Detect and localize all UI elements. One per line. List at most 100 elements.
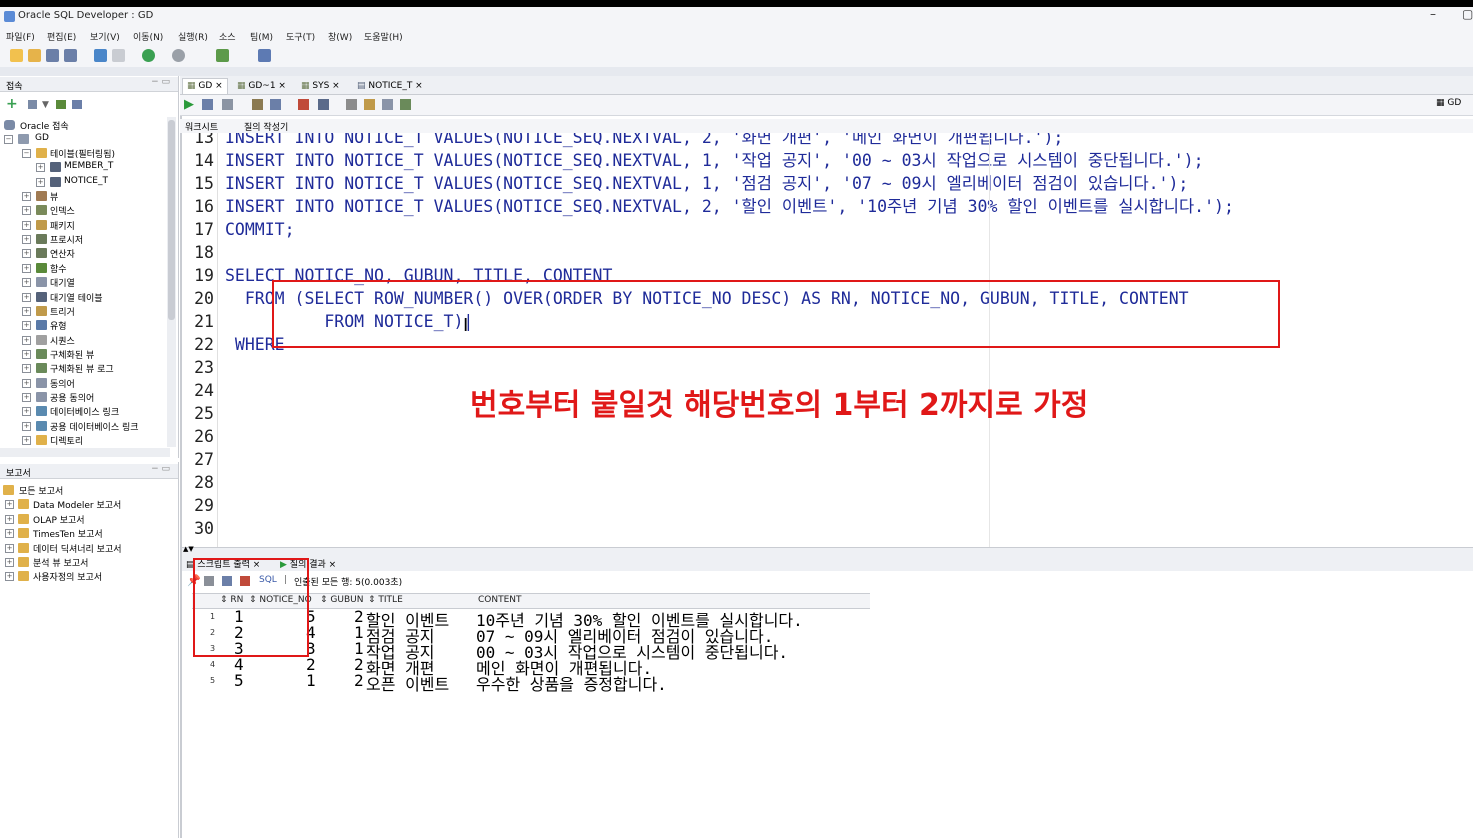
col-title[interactable]: ⇕ TITLE <box>368 595 403 605</box>
explain-plan-icon[interactable] <box>252 99 263 110</box>
unshared-icon[interactable] <box>346 99 357 110</box>
menu-team[interactable]: 팀(M) <box>250 30 273 43</box>
menu-run[interactable]: 실행(R) <box>178 30 208 43</box>
autotrace-icon[interactable] <box>270 99 281 110</box>
tree-item-label: NOTICE_T <box>64 175 108 186</box>
tab-sys[interactable]: ▦ SYS × <box>296 78 345 95</box>
col-gubun[interactable]: ⇕ GUBUN <box>320 595 363 605</box>
run-debug-icon[interactable] <box>216 49 229 62</box>
expand-toggle[interactable]: + <box>5 529 14 539</box>
tab-notice-t[interactable]: ▤ NOTICE_T × <box>352 78 428 95</box>
expand-toggle[interactable]: + <box>22 421 31 431</box>
cell-content[interactable]: 우수한 상품을 증정합니다. <box>476 671 667 695</box>
menu-tools[interactable]: 도구(T) <box>286 30 315 43</box>
format-icon[interactable] <box>400 99 411 110</box>
open-icon[interactable] <box>28 49 41 62</box>
cell-title[interactable]: 오픈 이벤트 <box>366 671 449 695</box>
tree-node-icon <box>36 291 47 302</box>
add-connection-icon[interactable]: + <box>6 96 18 112</box>
expand-toggle[interactable]: + <box>5 543 14 553</box>
expand-toggle[interactable]: + <box>22 306 31 316</box>
redo-icon[interactable] <box>112 49 125 62</box>
expand-toggle[interactable]: + <box>22 249 31 259</box>
expand-toggle[interactable]: − <box>22 149 31 158</box>
tab-gd-1[interactable]: ▦ GD~1 × <box>232 78 291 95</box>
expand-toggle[interactable]: + <box>22 392 31 402</box>
binoculars-icon[interactable] <box>258 49 271 62</box>
tree-item-label: 데이터베이스 링크 <box>50 408 120 419</box>
minimize-button[interactable]: – <box>1430 7 1436 21</box>
collapse-toggle[interactable]: − <box>4 135 13 144</box>
report-label: 사용자정의 보고서 <box>33 573 103 584</box>
menu-file[interactable]: 파일(F) <box>6 30 35 43</box>
tab-query-builder[interactable]: 질의 작성기 <box>244 120 288 133</box>
menu-help[interactable]: 도움말(H) <box>364 30 403 43</box>
expand-toggle[interactable]: + <box>36 177 45 187</box>
expand-toggle[interactable]: + <box>36 163 45 173</box>
refresh-icon[interactable] <box>28 100 37 109</box>
expand-toggle[interactable]: + <box>22 407 31 417</box>
cell-no[interactable]: 1 <box>306 671 316 690</box>
expand-toggle[interactable]: + <box>5 500 14 510</box>
maximize-button[interactable]: ▢ <box>1462 7 1473 21</box>
schema-icon[interactable] <box>56 100 66 109</box>
menu-window[interactable]: 창(W) <box>328 30 352 43</box>
tree-item-label: 인덱스 <box>50 207 75 218</box>
expand-toggle[interactable]: + <box>22 278 31 288</box>
col-content[interactable]: CONTENT <box>478 595 522 605</box>
tree-item-label: 대기열 테이블 <box>50 293 103 304</box>
menu-edit[interactable]: 편집(E) <box>47 30 76 43</box>
annotation-text: 번호부터 붙일것 해당번호의 1부터 2까지로 가정 <box>470 388 1089 423</box>
menu-source[interactable]: 소스 <box>219 30 236 43</box>
line-number: 14 <box>194 151 214 170</box>
rollback-icon[interactable] <box>298 99 309 110</box>
expand-toggle[interactable]: + <box>5 572 14 582</box>
expand-toggle[interactable]: + <box>22 349 31 359</box>
run-script-icon[interactable] <box>202 99 213 110</box>
collapse-icon[interactable] <box>72 100 82 109</box>
expand-toggle[interactable]: + <box>22 235 31 245</box>
connections-vscroll-thumb[interactable] <box>168 120 175 320</box>
history-icon[interactable] <box>382 99 393 110</box>
panel-minimize-icon[interactable]: − ▭ <box>151 77 170 87</box>
menu-view[interactable]: 보기(V) <box>90 30 120 43</box>
save-all-icon[interactable] <box>64 49 77 62</box>
back-icon[interactable] <box>142 49 155 62</box>
commit-icon[interactable] <box>222 99 233 110</box>
undo-icon[interactable] <box>94 49 107 62</box>
editor-subtabs: 워크시트 질의 작성기 <box>180 119 1473 133</box>
tree-item-label: 프로시저 <box>50 236 84 247</box>
expand-toggle[interactable]: + <box>22 192 31 202</box>
line-number: 27 <box>194 450 214 469</box>
editor-result-splitter[interactable]: ▲▼ <box>182 545 1473 555</box>
expand-toggle[interactable]: + <box>22 321 31 331</box>
new-icon[interactable] <box>10 49 23 62</box>
connections-hscroll[interactable] <box>0 448 170 457</box>
sql-tuning-icon[interactable] <box>318 99 329 110</box>
tab-worksheet[interactable]: 워크시트 <box>185 120 218 133</box>
expand-toggle[interactable]: + <box>22 436 31 445</box>
splitter-arrows-icon[interactable]: ▲▼ <box>183 545 194 553</box>
reports-minimize-icon[interactable]: − ▭ <box>151 464 170 474</box>
menu-navigate[interactable]: 이동(N) <box>133 30 163 43</box>
run-statement-icon[interactable]: ▶ <box>184 97 194 112</box>
filter-icon[interactable]: ▼ <box>42 100 49 110</box>
expand-toggle[interactable]: + <box>22 292 31 302</box>
expand-toggle[interactable]: + <box>5 514 14 524</box>
eraser-icon[interactable] <box>364 99 375 110</box>
expand-toggle[interactable]: + <box>5 558 14 567</box>
expand-toggle[interactable]: + <box>22 378 31 388</box>
table-row[interactable]: 5 5 1 2 오픈 이벤트 우수한 상품을 증정합니다. <box>182 671 872 694</box>
expand-toggle[interactable]: + <box>22 220 31 230</box>
save-icon[interactable] <box>46 49 59 62</box>
cell-gubun[interactable]: 2 <box>354 671 364 690</box>
expand-toggle[interactable]: + <box>22 206 31 216</box>
forward-icon[interactable] <box>172 49 185 62</box>
expand-toggle[interactable]: + <box>22 335 31 345</box>
expand-toggle[interactable]: + <box>22 263 31 273</box>
tab-gd[interactable]: ▦ GD × <box>182 78 228 94</box>
connection-selector[interactable]: ▦ GD <box>1436 98 1461 108</box>
tree-node-icon <box>36 219 47 230</box>
cell-rn[interactable]: 5 <box>234 671 244 690</box>
expand-toggle[interactable]: + <box>22 364 31 374</box>
